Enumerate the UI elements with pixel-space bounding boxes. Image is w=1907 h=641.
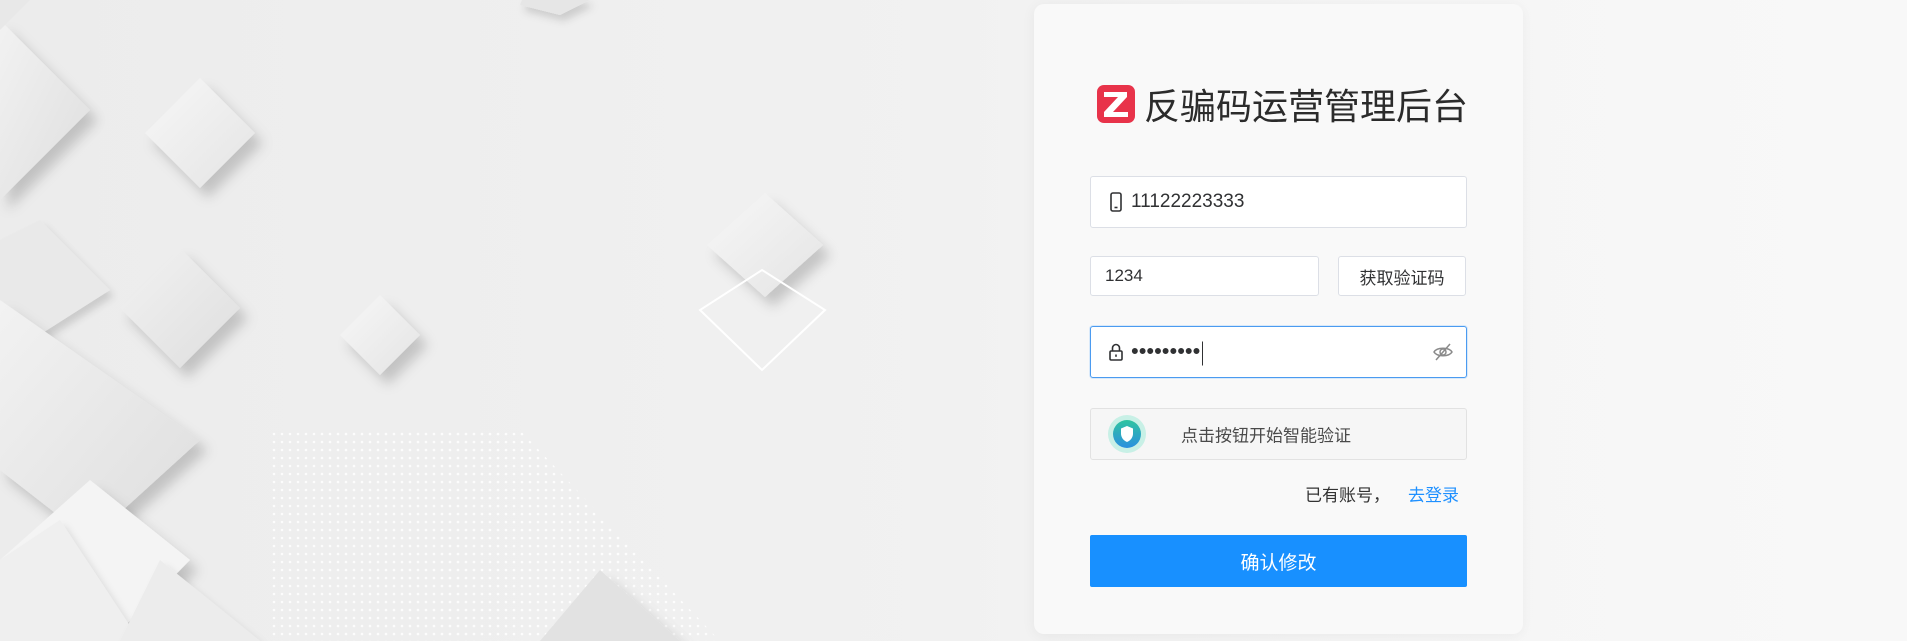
phone-value: 11122223333 <box>1131 191 1245 212</box>
page-title: 反骗码运营管理后台 <box>1144 86 1469 127</box>
smart-verify-button[interactable]: 点击按钮开始智能验证 <box>1090 408 1467 460</box>
login-prompt-row: 已有账号， 去登录 <box>1305 481 1459 506</box>
phone-input[interactable]: 11122223333 <box>1090 176 1467 228</box>
verification-code-input[interactable]: 1234 <box>1090 256 1319 296</box>
text-caret <box>1202 341 1204 366</box>
geometric-pattern <box>0 0 827 641</box>
get-code-button[interactable]: 获取验证码 <box>1338 256 1466 296</box>
eye-hidden-icon[interactable] <box>1432 341 1454 363</box>
login-prompt: 已有账号， <box>1305 486 1390 505</box>
mobile-phone-icon <box>1110 192 1122 212</box>
password-value: ••••••••• <box>1131 339 1204 366</box>
lock-icon <box>1109 343 1123 361</box>
brand-z-logo-icon <box>1097 85 1135 123</box>
verify-label: 点击按钮开始智能验证 <box>1181 426 1351 446</box>
shield-icon <box>1108 415 1146 453</box>
login-card: 反骗码运营管理后台 11122223333 1234 获取验证码 •••••••… <box>1034 4 1523 634</box>
password-input[interactable]: ••••••••• <box>1090 326 1467 378</box>
decorative-background <box>0 0 1907 641</box>
go-login-link[interactable]: 去登录 <box>1408 481 1459 506</box>
header: 反骗码运营管理后台 <box>1096 78 1468 130</box>
confirm-modify-button[interactable]: 确认修改 <box>1090 535 1467 587</box>
code-value: 1234 <box>1105 266 1143 285</box>
